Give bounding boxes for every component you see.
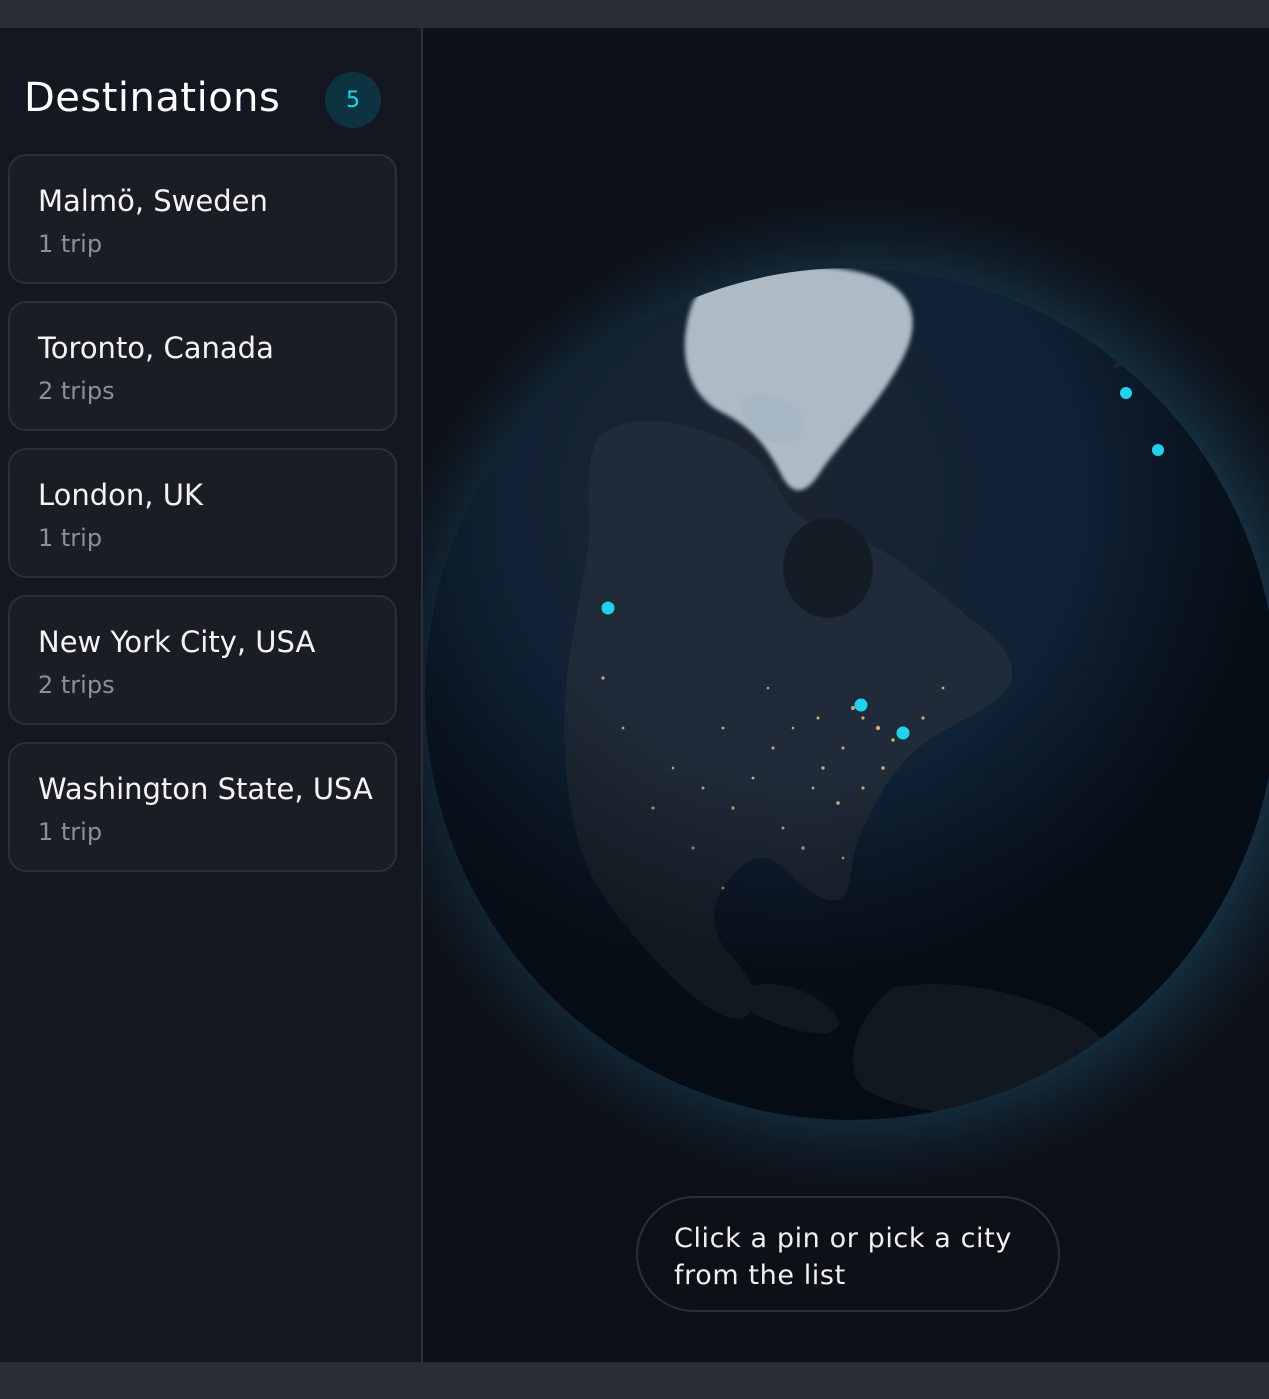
destination-trip-count: 2 trips bbox=[38, 671, 115, 699]
destination-card-malmo[interactable]: Malmö, Sweden 1 trip bbox=[8, 154, 397, 284]
destination-count-badge: 5 bbox=[325, 72, 381, 128]
sidebar-header: Destinations 5 bbox=[24, 72, 394, 132]
globe-view[interactable]: Click a pin or pick a city from the list bbox=[423, 28, 1269, 1362]
destination-trip-count: 1 trip bbox=[38, 230, 103, 258]
destination-name: Malmö, Sweden bbox=[38, 184, 268, 218]
destination-name: Toronto, Canada bbox=[38, 331, 274, 365]
destination-name: Washington State, USA bbox=[38, 772, 373, 806]
instruction-hint: Click a pin or pick a city from the list bbox=[636, 1196, 1060, 1312]
destination-name: London, UK bbox=[38, 478, 203, 512]
toronto-pin[interactable] bbox=[854, 698, 868, 712]
destination-card-washington-state[interactable]: Washington State, USA 1 trip bbox=[8, 742, 397, 872]
destinations-sidebar: Destinations 5 Malmö, Sweden 1 trip Toro… bbox=[0, 28, 422, 1362]
destination-card-toronto[interactable]: Toronto, Canada 2 trips bbox=[8, 301, 397, 431]
destination-list: Malmö, Sweden 1 trip Toronto, Canada 2 t… bbox=[8, 154, 397, 889]
new-york-city-pin[interactable] bbox=[896, 726, 910, 740]
destination-card-london[interactable]: London, UK 1 trip bbox=[8, 448, 397, 578]
sidebar-title: Destinations bbox=[24, 75, 281, 121]
london-pin[interactable] bbox=[1152, 444, 1164, 456]
earth-globe bbox=[425, 268, 1269, 1120]
destination-name: New York City, USA bbox=[38, 625, 316, 659]
destination-card-new-york-city[interactable]: New York City, USA 2 trips bbox=[8, 595, 397, 725]
window-bottom-bar bbox=[0, 1362, 1269, 1399]
destination-trip-count: 2 trips bbox=[38, 377, 115, 405]
destination-trip-count: 1 trip bbox=[38, 818, 103, 846]
window-top-bar bbox=[0, 0, 1269, 28]
destination-trip-count: 1 trip bbox=[38, 524, 103, 552]
globe-canvas[interactable] bbox=[423, 28, 1269, 1362]
washington-state-pin[interactable] bbox=[601, 601, 615, 615]
